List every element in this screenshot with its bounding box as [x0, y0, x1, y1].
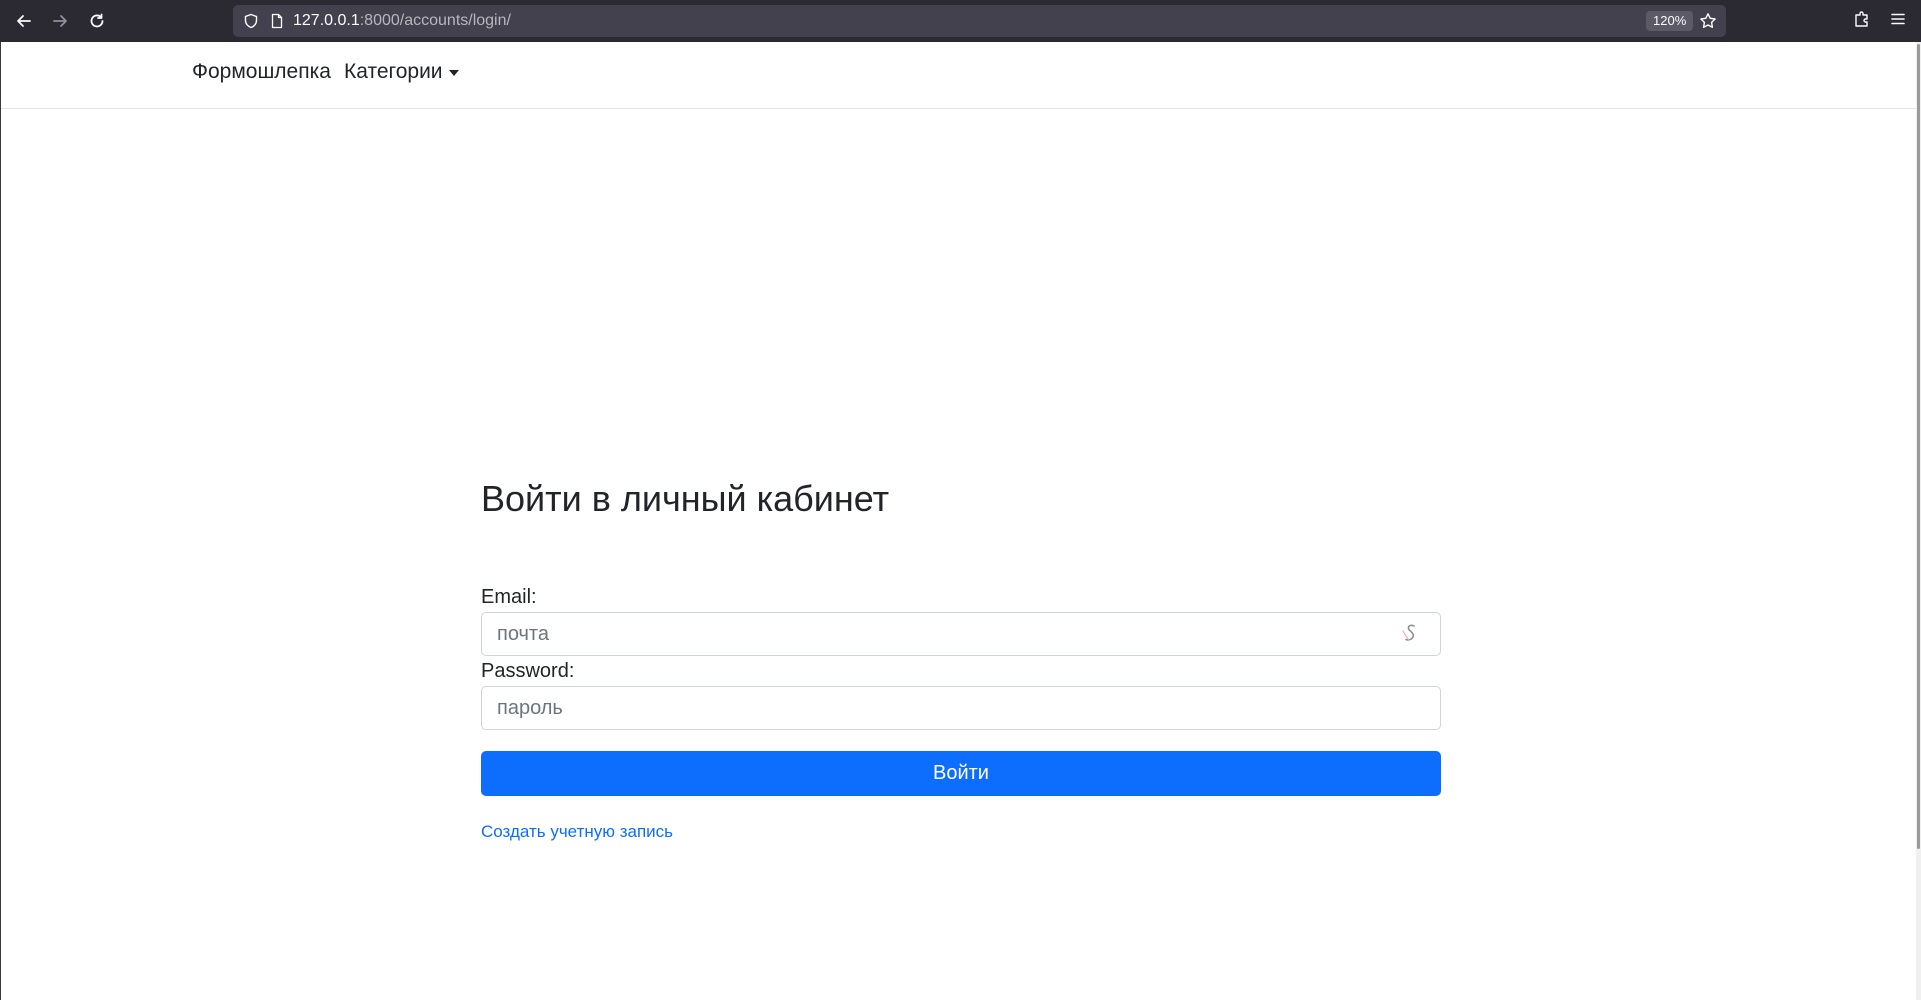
extensions-icon[interactable]	[1852, 9, 1872, 34]
brand-link[interactable]: Формошлепка	[192, 60, 331, 84]
shield-icon[interactable]	[243, 13, 259, 34]
categories-label: Категории	[344, 60, 443, 83]
email-label: Email:	[481, 586, 537, 608]
password-label: Password:	[481, 660, 575, 682]
url-host: 127.0.0.1	[293, 12, 360, 29]
back-icon[interactable]	[11, 8, 37, 34]
page-viewport: Формошлепка Категории Войти в личный каб…	[1, 42, 1916, 1000]
email-input[interactable]	[481, 612, 1441, 656]
scrollbar-thumb[interactable]	[1917, 44, 1920, 849]
site-navbar: Формошлепка Категории	[1, 42, 1916, 109]
browser-toolbar: 127.0.0.1:8000/accounts/login/ 120%	[0, 0, 1921, 42]
login-form: Войти в личный кабинет Email: Password: …	[481, 477, 1441, 841]
page-icon[interactable]	[269, 13, 285, 34]
address-bar[interactable]: 127.0.0.1:8000/accounts/login/ 120%	[233, 5, 1726, 37]
password-manager-icon[interactable]	[1398, 622, 1422, 646]
password-input[interactable]	[481, 686, 1441, 730]
forward-icon[interactable]	[47, 8, 73, 34]
reload-icon[interactable]	[84, 8, 110, 34]
zoom-level-badge[interactable]: 120%	[1646, 11, 1694, 31]
menu-icon[interactable]	[1888, 9, 1908, 34]
login-button[interactable]: Войти	[481, 751, 1441, 796]
categories-dropdown[interactable]: Категории	[344, 60, 459, 84]
caret-down-icon	[448, 70, 459, 76]
bookmark-star-icon[interactable]	[1699, 12, 1717, 35]
url-path: :8000/accounts/login/	[359, 12, 511, 29]
page-title: Войти в личный кабинет	[481, 478, 890, 519]
url-text[interactable]: 127.0.0.1:8000/accounts/login/	[293, 5, 511, 37]
register-link[interactable]: Создать учетную запись	[481, 822, 673, 842]
